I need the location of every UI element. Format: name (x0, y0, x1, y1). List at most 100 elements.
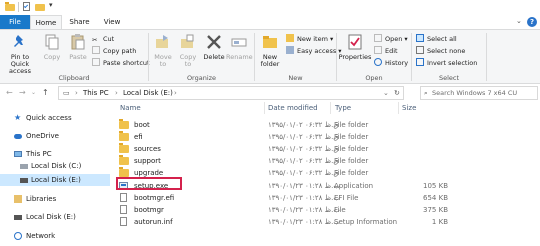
divider (486, 33, 487, 81)
chevron-down-icon[interactable]: ⌄ (516, 17, 524, 27)
new-folder-button[interactable]: New folder (256, 33, 284, 68)
file-type: EFI File (334, 194, 359, 202)
nav-item-local-disk-e-root[interactable]: Local Disk (E:) (0, 211, 110, 223)
copy-button[interactable]: Copy (40, 33, 64, 61)
recent-locations-chevron-icon[interactable]: ⌄ (31, 87, 36, 98)
pin-label: Pin to Quick access (9, 53, 31, 75)
edit-icon (374, 46, 382, 54)
file-name: bootmgr (134, 206, 164, 214)
open-group-label: Open (365, 74, 383, 82)
tab-share[interactable]: Share (63, 15, 96, 29)
nav-item-label: OneDrive (26, 132, 59, 140)
file-type: File (334, 206, 346, 214)
invert-selection-button[interactable]: Invert selection (416, 58, 477, 68)
drive-icon (20, 178, 28, 183)
delete-label: Delete (203, 53, 225, 61)
network-icon (14, 232, 22, 240)
up-arrow-icon[interactable]: ↑ (42, 87, 49, 98)
folder-icon (119, 167, 129, 177)
history-button[interactable]: History (374, 58, 408, 68)
paste-icon (69, 33, 87, 51)
select-all-icon (416, 34, 424, 42)
divider (18, 2, 19, 12)
help-icon[interactable]: ? (527, 17, 537, 27)
file-date: ۱۳۹۰/۰۱/۲۳ ۰۱:۲۸ ب.ظ (268, 182, 340, 190)
forward-arrow-icon[interactable]: → (19, 87, 26, 98)
move-to-button[interactable]: Move to (150, 33, 176, 68)
new-item-icon (286, 34, 294, 42)
breadcrumb-separator: › (174, 89, 177, 97)
file-name: boot (134, 121, 150, 129)
nav-item-quick-access[interactable]: ★ Quick access (0, 112, 110, 124)
file-size: 375 KB (423, 206, 448, 214)
new-folder-quick-icon[interactable] (35, 2, 46, 12)
history-icon (374, 58, 382, 66)
search-input[interactable]: ⌕ Search Windows 7 x64 CU (420, 86, 538, 100)
tab-view[interactable]: View (97, 15, 127, 29)
file-name: bootmgr.efi (134, 194, 175, 202)
properties-icon (346, 33, 364, 51)
back-arrow-icon[interactable]: ← (6, 87, 13, 98)
list-item[interactable]: support ۱۳۹۵/۰۱/۰۲ ۰۶:۳۲ ق.ظ File folder (114, 155, 540, 167)
tab-file[interactable]: File (0, 15, 30, 29)
list-item[interactable]: autorun.inf ۱۳۹۰/۰۱/۲۳ ۰۱:۲۸ ب.ظ Setup I… (114, 216, 540, 228)
new-item-button[interactable]: New item ▾ (286, 34, 333, 44)
column-header-type[interactable]: Type (335, 101, 351, 115)
column-header-size[interactable]: Size (402, 101, 416, 115)
nav-item-network[interactable]: Network (0, 230, 110, 242)
list-item[interactable]: sources ۱۳۹۵/۰۱/۰۲ ۰۶:۳۲ ق.ظ File folder (114, 143, 540, 155)
copy-icon (43, 33, 61, 51)
column-header-date[interactable]: Date modified (268, 101, 318, 115)
nav-item-local-disk-c[interactable]: Local Disk (C:) (0, 160, 110, 172)
properties-button[interactable]: Properties (338, 33, 372, 61)
breadcrumb-drive[interactable]: Local Disk (E:) (123, 87, 173, 99)
cut-button[interactable]: ✂ Cut (92, 34, 114, 44)
pin-to-quick-access-button[interactable]: Pin to Quick access (3, 33, 37, 75)
copy-to-button[interactable]: Copy to (176, 33, 200, 68)
new-group-label: New (288, 74, 303, 82)
nav-item-onedrive[interactable]: OneDrive (0, 130, 110, 142)
file-date: ۱۳۹۵/۰۱/۰۲ ۰۶:۳۲ ق.ظ (268, 169, 339, 177)
breadcrumb-this-pc[interactable]: This PC (83, 87, 109, 99)
refresh-icon[interactable]: ↻ (394, 87, 400, 99)
list-item[interactable]: bootmgr ۱۳۹۰/۰۱/۲۳ ۰۱:۲۸ ب.ظ File 375 KB (114, 204, 540, 216)
customize-quick-access-dropdown[interactable]: ▾ (49, 1, 56, 11)
select-all-label: Select all (427, 35, 457, 43)
copy-path-icon (92, 46, 100, 54)
address-dropdown-chevron-icon[interactable]: ⌄ (383, 87, 389, 99)
paste-shortcut-button[interactable]: Paste shortcut (92, 58, 150, 68)
cut-label: Cut (103, 35, 115, 43)
column-header-name[interactable]: Name (120, 101, 141, 115)
computer-icon (14, 151, 22, 157)
highlight-box (116, 177, 182, 190)
history-label: History (385, 59, 409, 67)
rename-icon (230, 33, 248, 51)
tab-home[interactable]: Home (30, 15, 62, 30)
file-name: support (134, 157, 161, 165)
edit-button[interactable]: Edit (374, 46, 398, 56)
copy-path-button[interactable]: Copy path (92, 46, 136, 56)
paste-button[interactable]: Paste (66, 33, 90, 61)
easy-access-button[interactable]: Easy access ▾ (286, 46, 342, 56)
list-item[interactable]: efi ۱۳۹۵/۰۱/۰۲ ۰۶:۳۲ ق.ظ File folder (114, 131, 540, 143)
address-field[interactable]: ▭ › This PC › Local Disk (E:) › ⌄ ↻ (58, 86, 404, 100)
nav-item-libraries[interactable]: Libraries (0, 193, 110, 205)
properties-quick-icon[interactable] (22, 2, 31, 12)
nav-item-this-pc[interactable]: This PC (0, 148, 110, 160)
rename-button[interactable]: Rename (226, 33, 253, 61)
nav-item-local-disk-e[interactable]: Local Disk (E:) (0, 174, 110, 186)
open-button[interactable]: Open ▾ (374, 34, 408, 44)
new-folder-label: New folder (260, 53, 280, 68)
delete-button[interactable]: Delete (202, 33, 226, 61)
list-item[interactable]: bootmgr.efi ۱۳۹۰/۰۱/۲۳ ۰۱:۲۸ ب.ظ EFI Fil… (114, 192, 540, 204)
file-name: autorun.inf (134, 218, 173, 226)
select-all-button[interactable]: Select all (416, 34, 457, 44)
folder-icon (119, 155, 129, 165)
select-none-label: Select none (427, 47, 466, 55)
list-item[interactable]: boot ۱۳۹۵/۰۱/۰۲ ۰۶:۳۲ ق.ظ File folder (114, 119, 540, 131)
file-size: 105 KB (423, 182, 448, 190)
file-date: ۱۳۹۵/۰۱/۰۲ ۰۶:۳۲ ق.ظ (268, 157, 339, 165)
nav-item-label: Local Disk (E:) (31, 176, 81, 184)
select-none-button[interactable]: Select none (416, 46, 465, 56)
file-type: File folder (334, 169, 369, 177)
